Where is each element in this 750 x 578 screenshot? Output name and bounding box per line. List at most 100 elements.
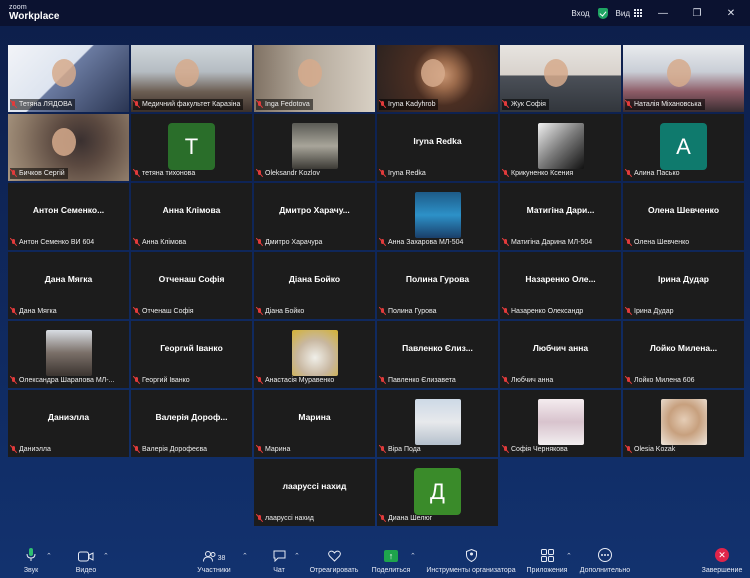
participant-name-label: Полина Гурова <box>379 306 440 317</box>
participant-tile[interactable]: Iryna Kadyhrob <box>377 45 498 112</box>
apps-options-chevron-icon[interactable]: ⌃ <box>566 552 572 560</box>
audio-options-chevron-icon[interactable]: ⌃ <box>46 552 52 560</box>
participant-name-label: Софія Чернякова <box>502 444 571 455</box>
participant-name-label: Діана Бойко <box>256 306 307 317</box>
participants-button[interactable]: 38 Участники <box>196 540 232 578</box>
participant-tile[interactable]: Марина Марина <box>254 390 375 457</box>
participant-tile[interactable]: Полина Гурова Полина Гурова <box>377 252 498 319</box>
mic-muted-icon <box>502 100 509 109</box>
avatar <box>46 330 92 376</box>
participant-tile[interactable]: Жук Софія <box>500 45 621 112</box>
participant-display-name: Даниэлла <box>47 412 90 422</box>
participant-tile[interactable]: Tтетяна тихонова <box>131 114 252 181</box>
participant-tile[interactable]: Валерія Дороф... Валерія Дорофеєва <box>131 390 252 457</box>
participant-tile[interactable]: Лойко Милена... Лойко Милена 606 <box>623 321 744 388</box>
mic-muted-icon <box>379 100 386 109</box>
app-logo: zoom Workplace <box>9 4 59 22</box>
participant-tile[interactable]: лааруссі нахид лааруссі нахид <box>254 459 375 526</box>
apps-label: Приложения <box>526 567 568 574</box>
participant-tile[interactable]: Olesia Kozak <box>623 390 744 457</box>
more-label: Дополнительно <box>579 567 631 574</box>
participant-tile[interactable]: Oleksandr Kozlov <box>254 114 375 181</box>
participant-tile[interactable]: Назаренко Оле... Назаренко Олександр <box>500 252 621 319</box>
mic-muted-icon <box>133 100 140 109</box>
mic-muted-icon <box>502 445 509 454</box>
participant-tile[interactable]: Тетяна ЛЯДОВА <box>8 45 129 112</box>
participant-tile[interactable]: Анастасія Муравенко <box>254 321 375 388</box>
participant-tile[interactable]: Ірина Дудар Ірина Дудар <box>623 252 744 319</box>
participant-tile[interactable]: Inga Fedotova <box>254 45 375 112</box>
participant-name: Олександра Шарапова МЛ-... <box>19 377 115 384</box>
participant-display-name: Олена Шевченко <box>647 205 720 215</box>
participant-name-label: Віра Пода <box>379 444 424 455</box>
participant-tile[interactable]: Дмитро Харачу... Дмитро Харачура <box>254 183 375 250</box>
participants-label: Участники <box>197 567 231 574</box>
participant-tile[interactable]: Віра Пода <box>377 390 498 457</box>
end-meeting-button[interactable]: ✕ Завершение <box>701 540 743 578</box>
participant-tile[interactable]: Наталія Міхановська <box>623 45 744 112</box>
participant-name: Inga Fedotova <box>265 101 310 108</box>
participant-tile[interactable]: Діана Бойко Діана Бойко <box>254 252 375 319</box>
audio-button[interactable]: Звук <box>18 540 44 578</box>
participant-name: Тетяна ЛЯДОВА <box>19 101 73 108</box>
participant-name-label: Inga Fedotova <box>256 99 313 110</box>
participant-tile[interactable]: Отченаш Софія Отченаш Софія <box>131 252 252 319</box>
participant-tile[interactable]: Дана Мягка Дана Мягка <box>8 252 129 319</box>
mic-muted-icon <box>256 514 263 523</box>
react-label: Отреагировать <box>309 567 359 574</box>
avatar: Д <box>414 468 461 515</box>
host-shield-icon <box>465 540 477 562</box>
participant-tile[interactable]: Олена Шевченко Олена Шевченко <box>623 183 744 250</box>
apps-button[interactable]: Приложения <box>526 540 568 578</box>
gallery-view: Тетяна ЛЯДОВА Медичний факультет Каразіна… <box>8 45 745 526</box>
participant-display-name: Валерія Дороф... <box>155 412 228 422</box>
avatar <box>538 123 584 169</box>
video-options-chevron-icon[interactable]: ⌃ <box>103 552 109 560</box>
participant-tile[interactable]: Бичков Сергій <box>8 114 129 181</box>
participant-tile[interactable]: Георгий Іванко Георгий Іванко <box>131 321 252 388</box>
participant-tile[interactable]: Олександра Шарапова МЛ-... <box>8 321 129 388</box>
participant-name-label: Любчич анна <box>502 375 556 386</box>
mic-muted-icon <box>502 307 509 316</box>
participant-tile[interactable]: Антон Семенко... Антон Семенко ВИ 604 <box>8 183 129 250</box>
signin-button[interactable]: Вход <box>571 9 589 18</box>
mic-muted-icon <box>256 376 263 385</box>
more-button[interactable]: Дополнительно <box>578 540 632 578</box>
share-button[interactable]: ↑ Поделиться <box>370 540 412 578</box>
participant-tile[interactable]: Павленко Єлиз... Павленко Єлизавета <box>377 321 498 388</box>
signin-label: Вход <box>571 8 590 18</box>
participant-name-label: Дана Мягка <box>10 306 60 317</box>
participants-options-chevron-icon[interactable]: ⌃ <box>242 552 248 560</box>
video-button[interactable]: Видео <box>73 540 99 578</box>
participant-name: Георгий Іванко <box>142 377 190 384</box>
restore-icon[interactable]: ❐ <box>684 8 710 19</box>
participant-tile[interactable]: Любчич анна Любчич анна <box>500 321 621 388</box>
react-button[interactable]: Отреагировать <box>308 540 360 578</box>
minimize-icon[interactable]: — <box>650 8 676 19</box>
participant-name-label: Отченаш Софія <box>133 306 197 317</box>
share-options-chevron-icon[interactable]: ⌃ <box>410 552 416 560</box>
mic-muted-icon <box>256 100 263 109</box>
participant-tile[interactable]: Iryna Redka Iryna Redka <box>377 114 498 181</box>
participant-tile[interactable]: Крикуненко Ксения <box>500 114 621 181</box>
participant-tile[interactable]: Софія Чернякова <box>500 390 621 457</box>
avatar <box>292 330 338 376</box>
view-button[interactable]: Вид <box>616 9 642 18</box>
participant-tile[interactable]: Анна Клімова Анна Клімова <box>131 183 252 250</box>
participant-tile[interactable]: Даниэлла Даниэлла <box>8 390 129 457</box>
close-icon[interactable]: ✕ <box>718 8 744 19</box>
participant-name: Алина Пасько <box>634 170 680 177</box>
participant-tile[interactable]: Д Диана Шелюг <box>377 459 498 526</box>
mic-muted-icon <box>625 445 632 454</box>
chat-options-chevron-icon[interactable]: ⌃ <box>294 552 300 560</box>
participant-tile[interactable]: Медичний факультет Каразіна <box>131 45 252 112</box>
participant-tile[interactable]: Матигіна Дари... Матигіна Дарина МЛ-504 <box>500 183 621 250</box>
avatar <box>415 192 461 238</box>
host-tools-button[interactable]: Инструменты организатора <box>425 540 517 578</box>
security-shield-icon[interactable] <box>597 7 608 19</box>
chat-button[interactable]: Чат <box>268 540 290 578</box>
participant-name-label: Валерія Дорофеєва <box>133 444 210 455</box>
participant-tile[interactable]: A Алина Пасько <box>623 114 744 181</box>
participant-tile[interactable]: Анна Захарова МЛ-504 <box>377 183 498 250</box>
participant-name-label: Павленко Єлизавета <box>379 375 459 386</box>
